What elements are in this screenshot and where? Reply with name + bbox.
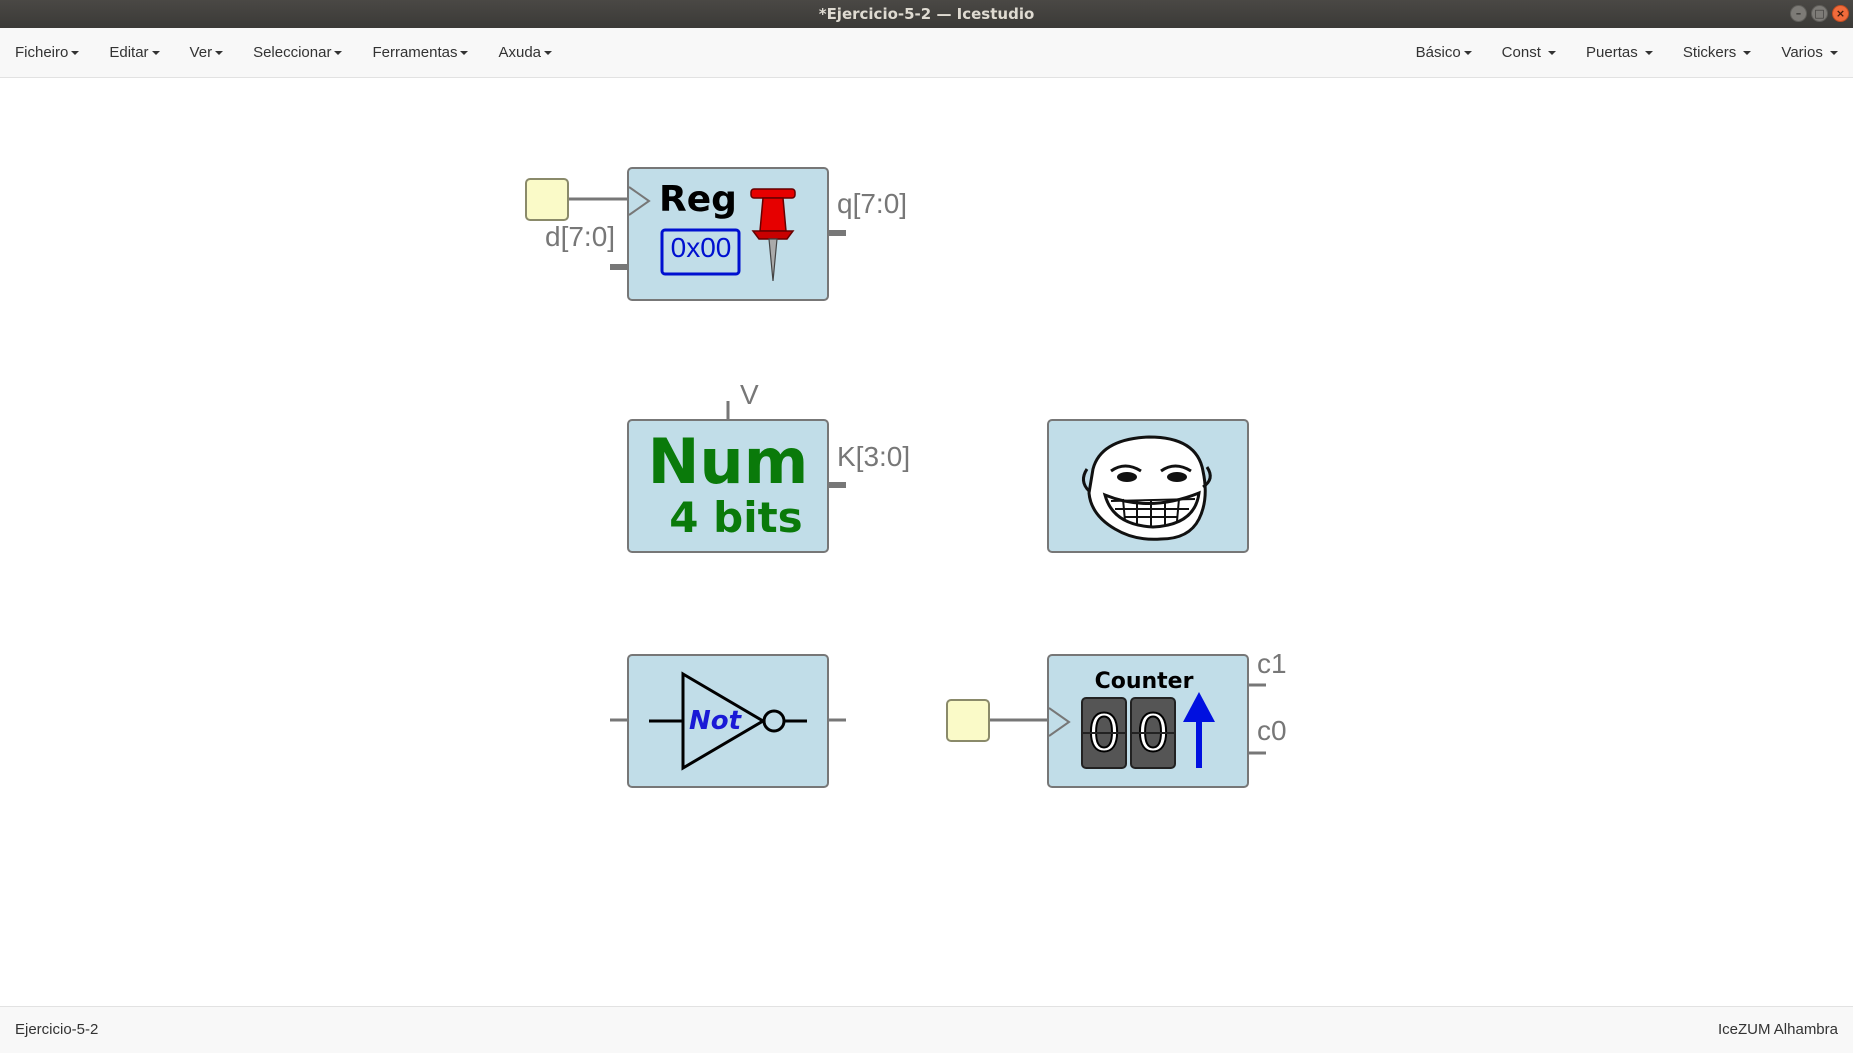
window-controls: – □ × [1790,5,1849,22]
num-title: Num [647,425,809,498]
menu-puertas[interactable]: Puertas [1571,28,1668,78]
counter-title: Counter [1094,669,1194,694]
menu-editar[interactable]: Editar [94,28,174,78]
num-output-label: K[3:0] [837,441,911,472]
menu-ferramentas[interactable]: Ferramentas [357,28,483,78]
board-name[interactable]: IceZUM Alhambra [1718,1007,1838,1053]
caret-down-icon [1548,51,1557,56]
reg-input-label: d[7:0] [545,221,616,252]
caret-down-icon [71,51,80,56]
caret-down-icon [151,51,160,56]
wires-layer [566,197,1266,755]
input-pin-counter-clk[interactable] [946,699,990,742]
menu-label: Axuda [498,44,542,61]
caret-down-icon [1743,51,1752,56]
menu-varios[interactable]: Varios [1766,28,1853,78]
window-titlebar: *Ejercicio-5-2 — Icestudio – □ × [0,0,1853,28]
window-title: *Ejercicio-5-2 — Icestudio [818,5,1035,23]
clock-triangle-icon [1049,707,1071,737]
menu-stickers[interactable]: Stickers [1668,28,1767,78]
menu-label: Básico [1415,44,1461,61]
design-canvas[interactable]: Reg 0x00 d[7:0] q[7:0] V Num 4 bits K[3:… [0,79,1853,1006]
menu-label: Varios [1781,44,1823,61]
counter-digit-1: 0 [1086,703,1121,765]
menu-label: Editar [109,44,149,61]
project-name: Ejercicio-5-2 [15,1021,99,1038]
reg-block[interactable]: Reg 0x00 [627,167,829,301]
menu-ficheiro[interactable]: Ficheiro [0,28,94,78]
not-gate-block[interactable]: Not [627,654,829,788]
menu-basico[interactable]: Básico [1401,28,1487,78]
menu-axuda[interactable]: Axuda [483,28,567,78]
menu-label: Puertas [1586,44,1638,61]
clock-triangle-icon [629,186,651,216]
menu-label: Stickers [1682,44,1737,61]
counter-output-c0-label: c0 [1257,715,1287,746]
minimize-icon[interactable]: – [1790,5,1807,22]
counter-block[interactable]: Counter 0 0 [1047,654,1249,788]
menu-label: Const [1501,44,1541,61]
menubar: Ficheiro Editar Ver Seleccionar Ferramen… [0,28,1853,78]
troll-face-icon [1082,435,1212,541]
menu-label: Ficheiro [15,44,69,61]
arrow-up-icon [1183,692,1215,768]
main-menu: Ficheiro Editar Ver Seleccionar Ferramen… [0,28,567,78]
num-bits: 4 bits [669,493,803,542]
counter-digit-2: 0 [1135,703,1170,765]
caret-down-icon [1463,51,1472,56]
blocks-menu: Básico Const Puertas Stickers Varios [1401,28,1853,78]
menu-label: Ferramentas [372,44,458,61]
pushpin-icon [750,188,796,282]
num-const-block[interactable]: Num 4 bits [627,419,829,553]
menu-seleccionar[interactable]: Seleccionar [238,28,357,78]
caret-down-icon [1830,51,1838,56]
menu-label: Ver [189,44,213,61]
not-gate-label: Not [689,706,742,736]
troll-face-sticker-block[interactable] [1047,419,1249,553]
input-pin-reg-clk[interactable] [525,178,569,221]
caret-down-icon [544,51,553,56]
maximize-icon[interactable]: □ [1811,5,1828,22]
caret-down-icon [460,51,469,56]
menu-const[interactable]: Const [1487,28,1571,78]
reg-title: Reg [659,179,737,220]
counter-output-c1-label: c1 [1257,648,1287,679]
caret-down-icon [215,51,224,56]
reg-initial-value: 0x00 [670,232,732,263]
statusbar: Ejercicio-5-2 IceZUM Alhambra [0,1006,1853,1053]
caret-down-icon [334,51,343,56]
menu-label: Seleccionar [253,44,332,61]
num-param-label: V [740,379,759,410]
reg-output-label: q[7:0] [837,188,908,219]
close-icon[interactable]: × [1832,5,1849,22]
menu-ver[interactable]: Ver [175,28,239,78]
caret-down-icon [1644,51,1653,56]
